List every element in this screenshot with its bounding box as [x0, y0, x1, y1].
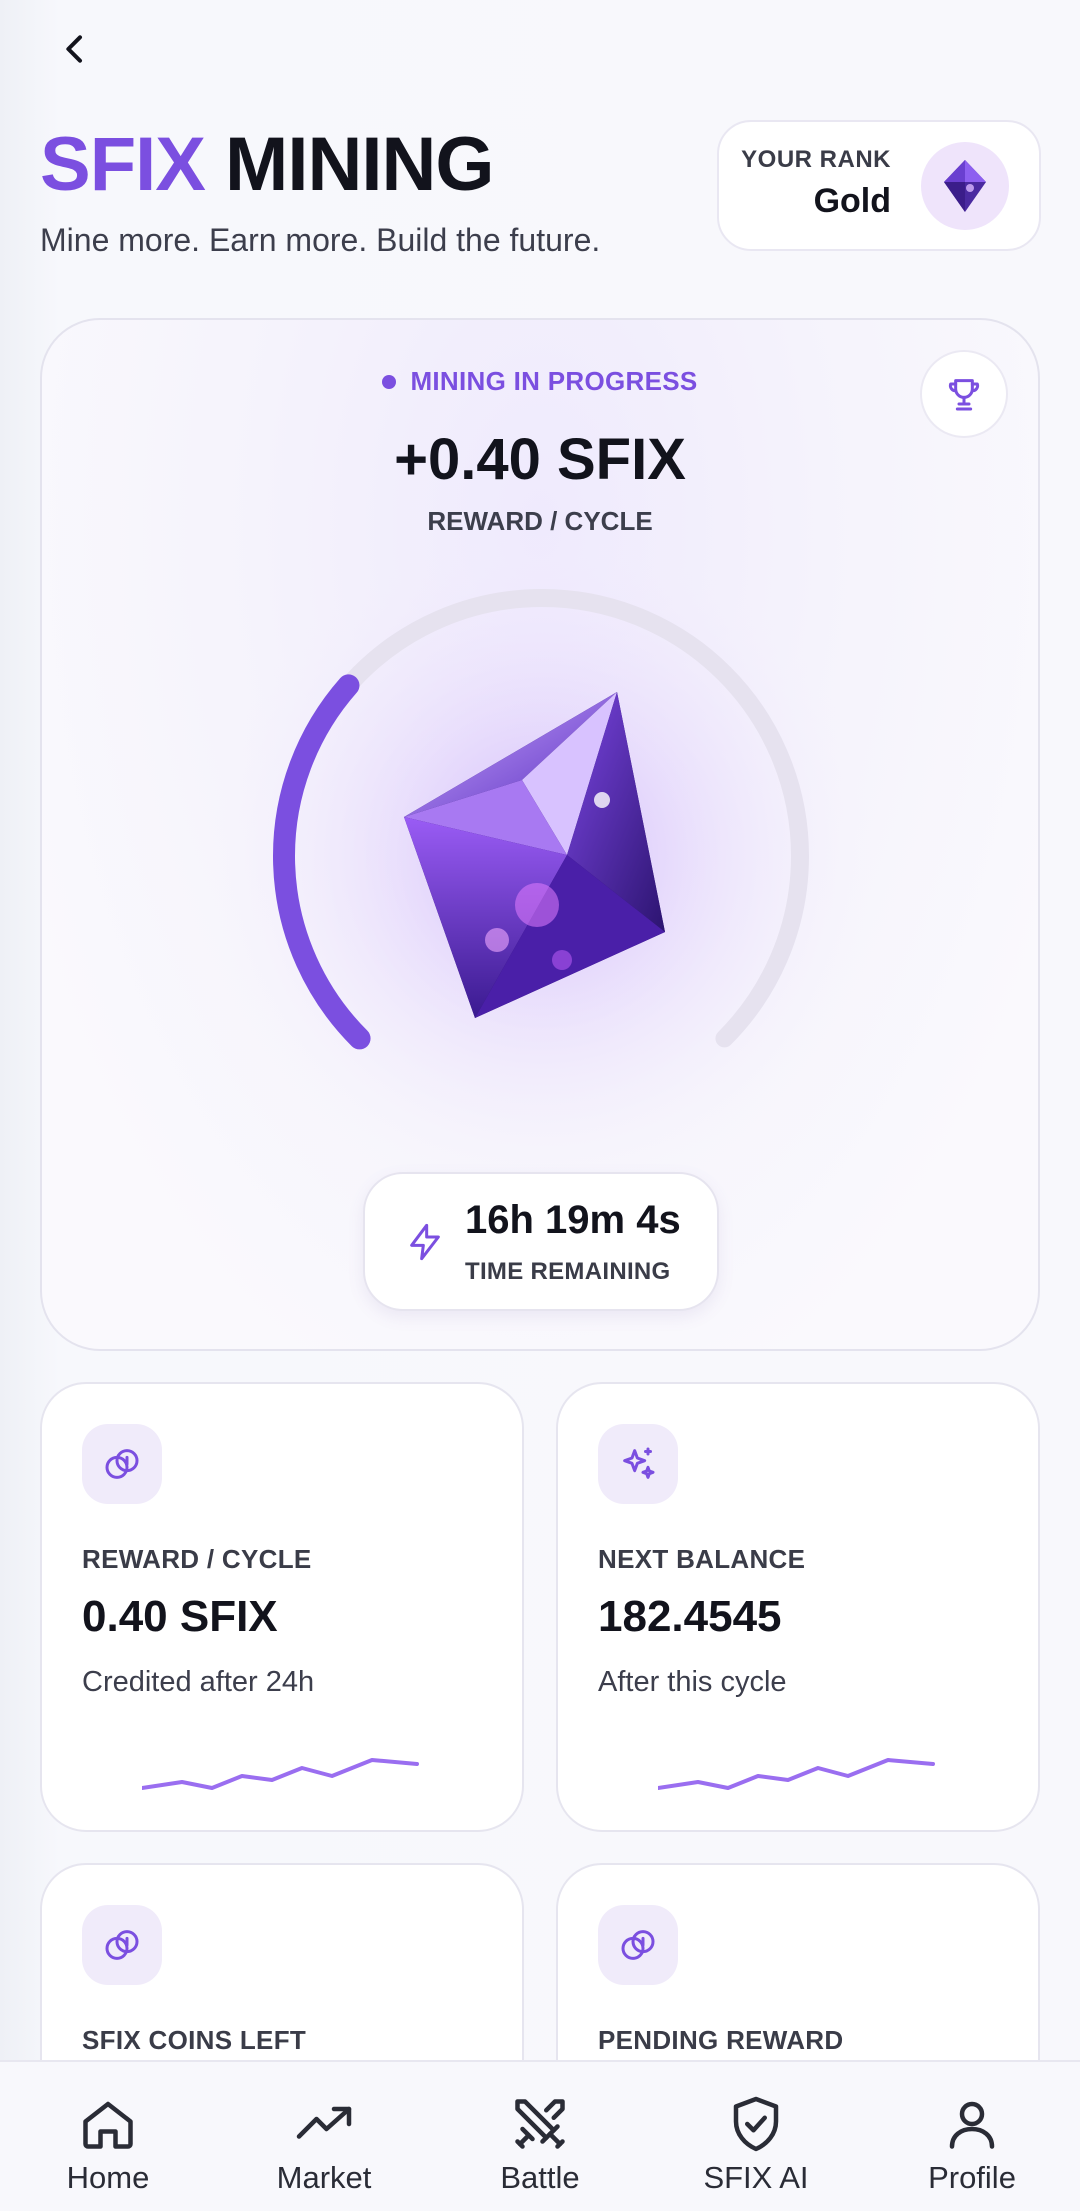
stat-label: PENDING REWARD — [598, 2025, 844, 2055]
title-main: MINING — [225, 122, 494, 207]
page-title: SFIX MINING — [40, 122, 494, 208]
stat-icon-box — [598, 1424, 678, 1504]
coins-icon — [105, 1930, 139, 1960]
chevron-left-icon — [66, 35, 82, 63]
nav-battle[interactable]: Battle — [432, 2062, 648, 2211]
nav-home[interactable]: Home — [0, 2062, 216, 2211]
stat-note: After this cycle — [598, 1666, 787, 1698]
rank-label: YOUR RANK — [741, 146, 891, 173]
stat-label: REWARD / CYCLE — [82, 1544, 312, 1574]
nav-label: Battle — [500, 2160, 580, 2195]
stat-card-reward-cycle: REWARD / CYCLE 0.40 SFIX Credited after … — [40, 1382, 524, 1832]
back-button[interactable] — [40, 14, 110, 84]
rank-value: Gold — [813, 182, 891, 220]
stat-label: NEXT BALANCE — [598, 1544, 806, 1574]
gem-icon — [944, 160, 986, 212]
timer-value: 16h 19m 4s — [465, 1198, 681, 1242]
sparkline — [142, 1758, 419, 1790]
nav-profile[interactable]: Profile — [864, 2062, 1080, 2211]
rank-card[interactable]: YOUR RANK Gold — [717, 120, 1041, 251]
timer-label: TIME REMAINING — [465, 1258, 671, 1285]
stat-value: 0.40 SFIX — [82, 1592, 278, 1641]
bottom-nav: Home Market Battle SFIX AI Profile — [0, 2060, 1080, 2211]
nav-label: SFIX AI — [703, 2160, 809, 2195]
crossed-swords-icon — [515, 2099, 565, 2149]
nav-market[interactable]: Market — [216, 2062, 432, 2211]
nav-label: Home — [66, 2160, 150, 2195]
nav-label: Market — [276, 2160, 372, 2195]
stat-icon-box — [82, 1424, 162, 1504]
stat-value: 182.4545 — [598, 1592, 782, 1641]
rank-badge — [921, 142, 1009, 230]
nav-sfix-ai[interactable]: SFIX AI — [648, 2062, 864, 2211]
stat-note: Credited after 24h — [82, 1666, 315, 1698]
sparkles-icon — [623, 1447, 655, 1479]
user-icon — [949, 2101, 995, 2149]
nav-label: Profile — [928, 2160, 1016, 2195]
coins-icon — [105, 1449, 139, 1479]
page-subtitle: Mine more. Earn more. Build the future. — [40, 222, 601, 258]
mining-card: MINING IN PROGRESS +0.40 SFIX REWARD / C… — [40, 318, 1040, 1351]
stat-icon-box — [598, 1905, 678, 1985]
stat-card-next-balance: NEXT BALANCE 182.4545 After this cycle — [556, 1382, 1040, 1832]
trending-up-icon — [296, 2106, 352, 2139]
stat-icon-box — [82, 1905, 162, 1985]
coins-icon — [621, 1930, 655, 1960]
lightning-icon — [410, 1223, 440, 1261]
sparkline — [658, 1758, 935, 1790]
app-root: SFIX MINING Mine more. Earn more. Build … — [0, 0, 1080, 2211]
title-accent: SFIX — [40, 122, 206, 207]
timer-pill: 16h 19m 4s TIME REMAINING — [363, 1172, 719, 1311]
stat-label: SFIX COINS LEFT — [82, 2025, 307, 2055]
shield-check-icon — [733, 2096, 779, 2152]
home-icon — [83, 2101, 133, 2149]
